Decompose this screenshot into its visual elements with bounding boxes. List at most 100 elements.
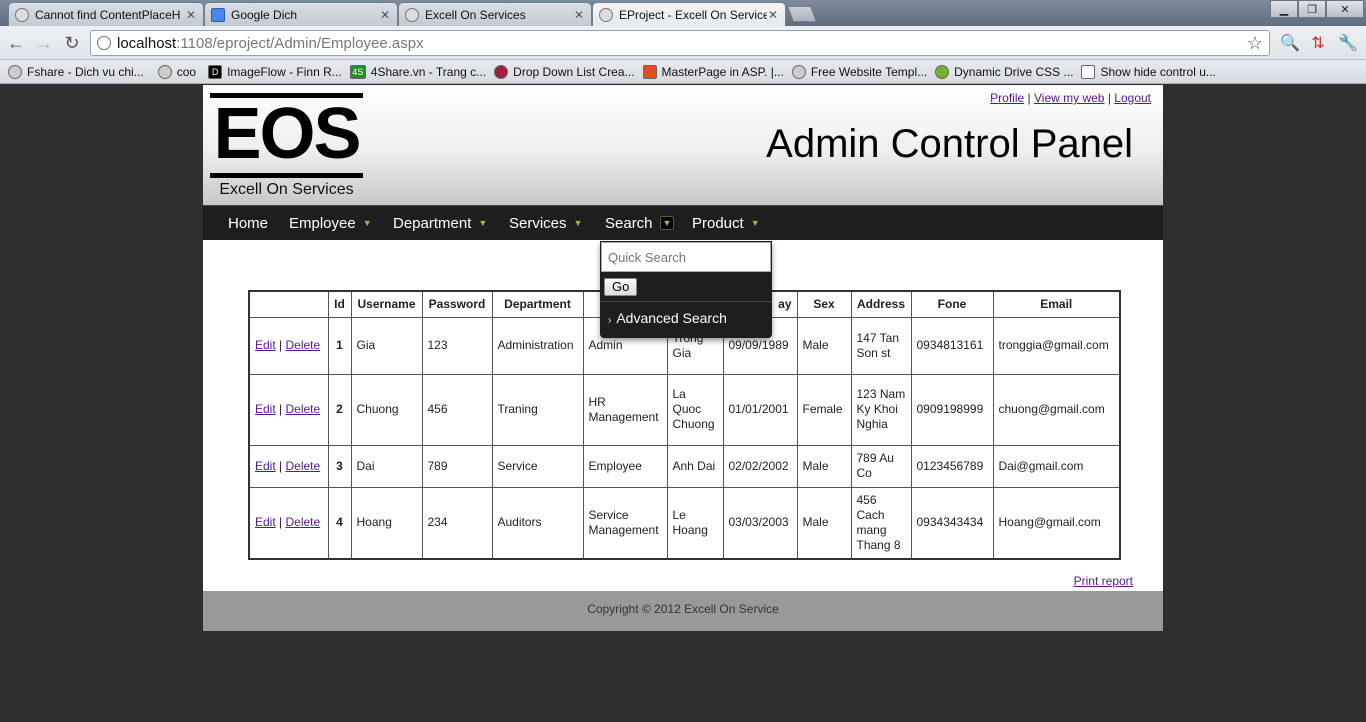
- delete-link[interactable]: Delete: [286, 459, 321, 473]
- bookmark-site-icon: [494, 64, 509, 79]
- menu-home[interactable]: Home: [228, 206, 268, 241]
- menu-services[interactable]: Services ▼: [509, 206, 582, 241]
- bookmark-item[interactable]: Show hide control u...: [1081, 64, 1216, 79]
- cell-position: Employee: [582, 444, 668, 488]
- close-window-button[interactable]: ✕: [1326, 0, 1364, 18]
- bookmark-item[interactable]: D ImageFlow - Finn R...: [208, 64, 342, 79]
- go-button[interactable]: Go: [604, 278, 638, 296]
- column-header: Password: [421, 290, 493, 318]
- site-header: EOS Excell On Services Profile | View my…: [203, 85, 1163, 205]
- column-header: Department: [491, 290, 584, 318]
- browser-tab[interactable]: Google Dich ✕: [204, 2, 398, 26]
- cell-sex: Male: [796, 486, 852, 560]
- cell-birthday: 02/02/2002: [722, 444, 798, 488]
- browser-tab-active[interactable]: EProject - Excell On Service ✕: [592, 2, 786, 26]
- maximize-button[interactable]: ❐: [1298, 0, 1326, 18]
- bookmark-item[interactable]: Drop Down List Crea...: [494, 64, 635, 79]
- edit-link[interactable]: Edit: [255, 459, 276, 473]
- browser-tab[interactable]: Excell On Services ✕: [398, 2, 592, 26]
- profile-link[interactable]: Profile: [990, 91, 1024, 105]
- browser-toolbar: ← → ↻ localhost:1108/eproject/Admin/Empl…: [0, 26, 1366, 60]
- dynamic-drive-icon: [935, 64, 950, 79]
- cell-sex: Male: [796, 316, 852, 375]
- forward-arrow-icon[interactable]: →: [34, 33, 54, 53]
- chevron-down-icon: ▼: [573, 218, 583, 228]
- cell-id: 4: [327, 486, 352, 560]
- cell-id: 3: [327, 444, 352, 488]
- bookmark-star-icon[interactable]: ☆: [1247, 33, 1263, 54]
- cell-address: 456 Cach mang Thang 8: [850, 486, 912, 560]
- delete-link[interactable]: Delete: [286, 402, 321, 416]
- wrench-icon[interactable]: 🔧: [1338, 34, 1358, 54]
- column-header: Sex: [796, 290, 852, 318]
- bookmark-item[interactable]: Free Website Templ...: [791, 64, 927, 79]
- logout-link[interactable]: Logout: [1114, 91, 1151, 105]
- bookmark-site-icon: [642, 64, 657, 79]
- bookmark-item[interactable]: MasterPage in ASP. |...: [642, 64, 784, 79]
- bookmark-item[interactable]: Dynamic Drive CSS ...: [935, 64, 1073, 79]
- column-header: Address: [850, 290, 912, 318]
- page-info-icon[interactable]: [97, 36, 111, 50]
- table-row: Edit | Delete 4 Hoang 234 Auditors Servi…: [248, 486, 1121, 560]
- reload-icon[interactable]: ↻: [62, 33, 82, 53]
- globe-icon: [405, 7, 419, 22]
- row-actions: Edit | Delete: [248, 486, 329, 560]
- view-my-web-link[interactable]: View my web: [1034, 91, 1104, 105]
- cell-sex: Male: [796, 444, 852, 488]
- chevron-down-icon: ▼: [362, 218, 372, 228]
- advanced-search-link[interactable]: › Advanced Search: [608, 310, 727, 326]
- cell-password: 789: [421, 444, 493, 488]
- back-arrow-icon[interactable]: ←: [6, 33, 26, 53]
- bookmarks-bar: Fshare - Dich vu chi... coo D ImageFlow -…: [0, 60, 1366, 84]
- close-icon[interactable]: ✕: [767, 8, 779, 22]
- extension-icon[interactable]: ⇅: [1308, 34, 1328, 54]
- row-actions: Edit | Delete: [248, 316, 329, 375]
- bookmark-item[interactable]: Fshare - Dich vu chi...: [8, 64, 144, 79]
- cell-password: 234: [421, 486, 493, 560]
- chevron-right-icon: ›: [608, 315, 612, 326]
- header-links: Profile | View my web | Logout: [990, 91, 1151, 105]
- column-header: Username: [350, 290, 423, 318]
- chevron-down-icon: ▼: [659, 216, 675, 230]
- cell-name: La Quoc Chuong: [666, 373, 724, 446]
- browser-tabstrip: Cannot find ContentPlaceH ✕ Google Dich …: [0, 0, 1366, 26]
- edit-link[interactable]: Edit: [255, 515, 276, 529]
- page-icon: [1081, 64, 1096, 79]
- edit-link[interactable]: Edit: [255, 338, 276, 352]
- delete-link[interactable]: Delete: [286, 338, 321, 352]
- cell-username: Hoang: [350, 486, 423, 560]
- menu-department[interactable]: Department ▼: [393, 206, 487, 241]
- search-extension-icon[interactable]: 🔍: [1280, 34, 1300, 54]
- cell-email: chuong@gmail.com: [992, 373, 1121, 446]
- tab-title: Excell On Services: [425, 7, 526, 22]
- menu-product[interactable]: Product ▼: [692, 206, 760, 241]
- cell-fone: 0934343434: [910, 486, 994, 560]
- menu-search[interactable]: Search ▼: [605, 206, 675, 241]
- quick-search-input[interactable]: [601, 242, 771, 272]
- close-icon[interactable]: ✕: [573, 8, 585, 22]
- page-title: Admin Control Panel: [766, 122, 1133, 166]
- cell-department: Traning: [491, 373, 584, 446]
- address-bar[interactable]: localhost:1108/eproject/Admin/Employee.a…: [90, 30, 1270, 56]
- row-actions: Edit | Delete: [248, 373, 329, 446]
- print-report-link[interactable]: Print report: [1074, 574, 1133, 588]
- cell-username: Dai: [350, 444, 423, 488]
- browser-tab[interactable]: Cannot find ContentPlaceH ✕: [8, 2, 204, 26]
- delete-link[interactable]: Delete: [286, 515, 321, 529]
- column-header: Id: [327, 290, 352, 318]
- google-translate-icon: [211, 7, 225, 22]
- bookmark-item[interactable]: 4S 4Share.vn - Trang c...: [349, 64, 486, 79]
- logo-text: EOS: [213, 94, 361, 174]
- cell-password: 123: [421, 316, 493, 375]
- close-icon[interactable]: ✕: [185, 8, 197, 22]
- minimize-button[interactable]: ▁: [1270, 0, 1298, 18]
- new-tab-button[interactable]: [787, 6, 817, 22]
- menu-employee[interactable]: Employee ▼: [289, 206, 372, 241]
- table-row: Edit | Delete 3 Dai 789 Service Employee…: [248, 444, 1121, 488]
- logo-tagline: Excell On Services: [219, 181, 354, 198]
- tab-title: Google Dich: [231, 7, 298, 22]
- cell-id: 1: [327, 316, 352, 375]
- bookmark-item[interactable]: coo: [157, 64, 196, 79]
- edit-link[interactable]: Edit: [255, 402, 276, 416]
- close-icon[interactable]: ✕: [379, 8, 391, 22]
